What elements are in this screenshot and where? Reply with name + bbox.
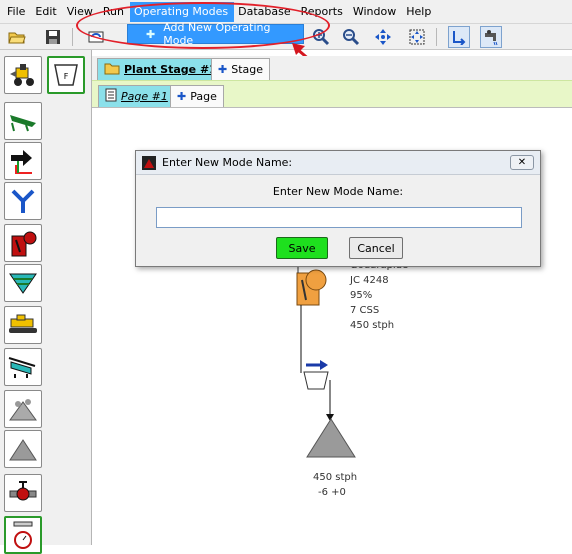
tab-label: Page: [190, 90, 217, 103]
connector-icon[interactable]: [448, 26, 470, 48]
app-icon: [142, 156, 156, 173]
stage-tab-bar: Plant Stage #1 ✚ Stage: [92, 56, 572, 80]
faucet-icon[interactable]: [480, 26, 502, 48]
cancel-button[interactable]: Cancel: [349, 237, 403, 259]
page-tab-bar: Page #1 ✚ Page: [92, 80, 572, 108]
screen-icon[interactable]: [4, 264, 42, 302]
stockpile-label: 450 stph -6 +0: [313, 472, 358, 498]
component-palette: F: [0, 50, 92, 554]
menu-window[interactable]: Window: [349, 2, 402, 22]
tab-label: Plant Stage #1: [124, 63, 217, 76]
track-plant-icon[interactable]: [4, 306, 42, 344]
open-folder-icon[interactable]: [6, 26, 28, 48]
folder-icon: [104, 62, 120, 78]
feeder-bin-letter: F: [64, 72, 69, 81]
feeder-node[interactable]: [303, 360, 329, 390]
menu-file[interactable]: File: [3, 2, 31, 22]
fit-icon[interactable]: [406, 26, 428, 48]
loader-icon[interactable]: [4, 56, 42, 94]
menu-edit[interactable]: Edit: [31, 2, 62, 22]
stockpile-icon[interactable]: [4, 430, 42, 468]
y-splitter-icon[interactable]: [4, 182, 42, 220]
save-disk-icon[interactable]: [42, 26, 64, 48]
wash-icon[interactable]: [4, 348, 42, 386]
plus-icon: ✚: [218, 63, 228, 76]
tab-plant-stage-1[interactable]: Plant Stage #1: [97, 58, 224, 80]
stockpile-node[interactable]: [306, 418, 356, 458]
toolbar-separator: [436, 28, 437, 46]
conveyor-icon[interactable]: [4, 102, 42, 140]
close-icon[interactable]: ✕: [510, 155, 534, 170]
plus-icon: ✚: [177, 90, 187, 103]
dialog-title: Enter New Mode Name:: [162, 156, 293, 169]
tab-page-1[interactable]: Page #1: [98, 85, 175, 107]
crusher-icon[interactable]: [4, 224, 42, 262]
crusher-node[interactable]: [296, 265, 327, 306]
tab-add-page[interactable]: ✚ Page: [170, 85, 224, 107]
splitter-arrow-icon[interactable]: [4, 142, 42, 180]
feeder-bin-icon[interactable]: F: [47, 56, 85, 94]
menu-help[interactable]: Help: [402, 2, 437, 22]
save-button[interactable]: Save: [276, 237, 328, 259]
page-icon: [105, 88, 117, 105]
toolbar-separator: [72, 28, 73, 46]
valve-icon[interactable]: [4, 474, 42, 512]
dialog-title-bar: Enter New Mode Name: ✕: [136, 151, 540, 175]
scale-icon[interactable]: [4, 516, 42, 554]
new-mode-dialog: Enter New Mode Name: ✕ Enter New Mode Na…: [135, 150, 541, 267]
crusher-label: Gouarapide JC 4248 95% 7 CSS 450 stph: [350, 260, 408, 331]
pan-icon[interactable]: [372, 26, 394, 48]
zoom-out-icon[interactable]: [340, 26, 362, 48]
tab-add-stage[interactable]: ✚ Stage: [211, 58, 271, 80]
dialog-prompt: Enter New Mode Name:: [272, 185, 404, 198]
stockpile-rocks-icon[interactable]: [4, 390, 42, 428]
mode-name-input[interactable]: [156, 207, 522, 228]
tab-label: Page #1: [121, 90, 168, 103]
tab-label: Stage: [231, 63, 264, 76]
